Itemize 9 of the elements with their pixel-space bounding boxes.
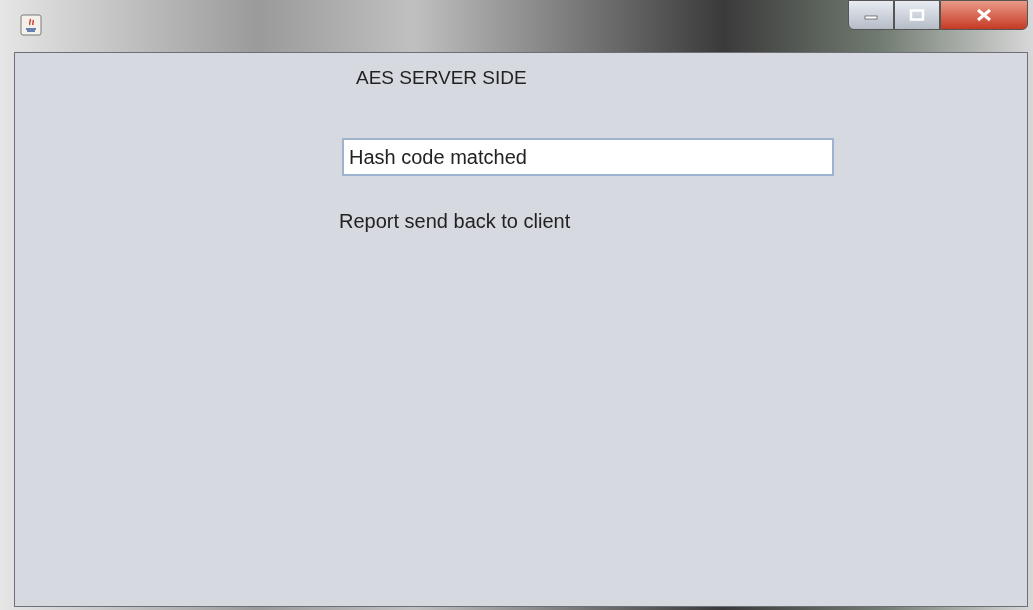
close-button[interactable] [940,0,1028,30]
app-icon [20,14,42,36]
maximize-button[interactable] [894,0,940,30]
close-icon [975,8,993,22]
hash-field[interactable]: Hash code matched [342,138,834,176]
heading: AES SERVER SIDE [356,67,527,89]
status-text: Report send back to client [339,210,571,233]
minimize-button[interactable] [848,0,894,30]
maximize-icon [909,9,925,21]
